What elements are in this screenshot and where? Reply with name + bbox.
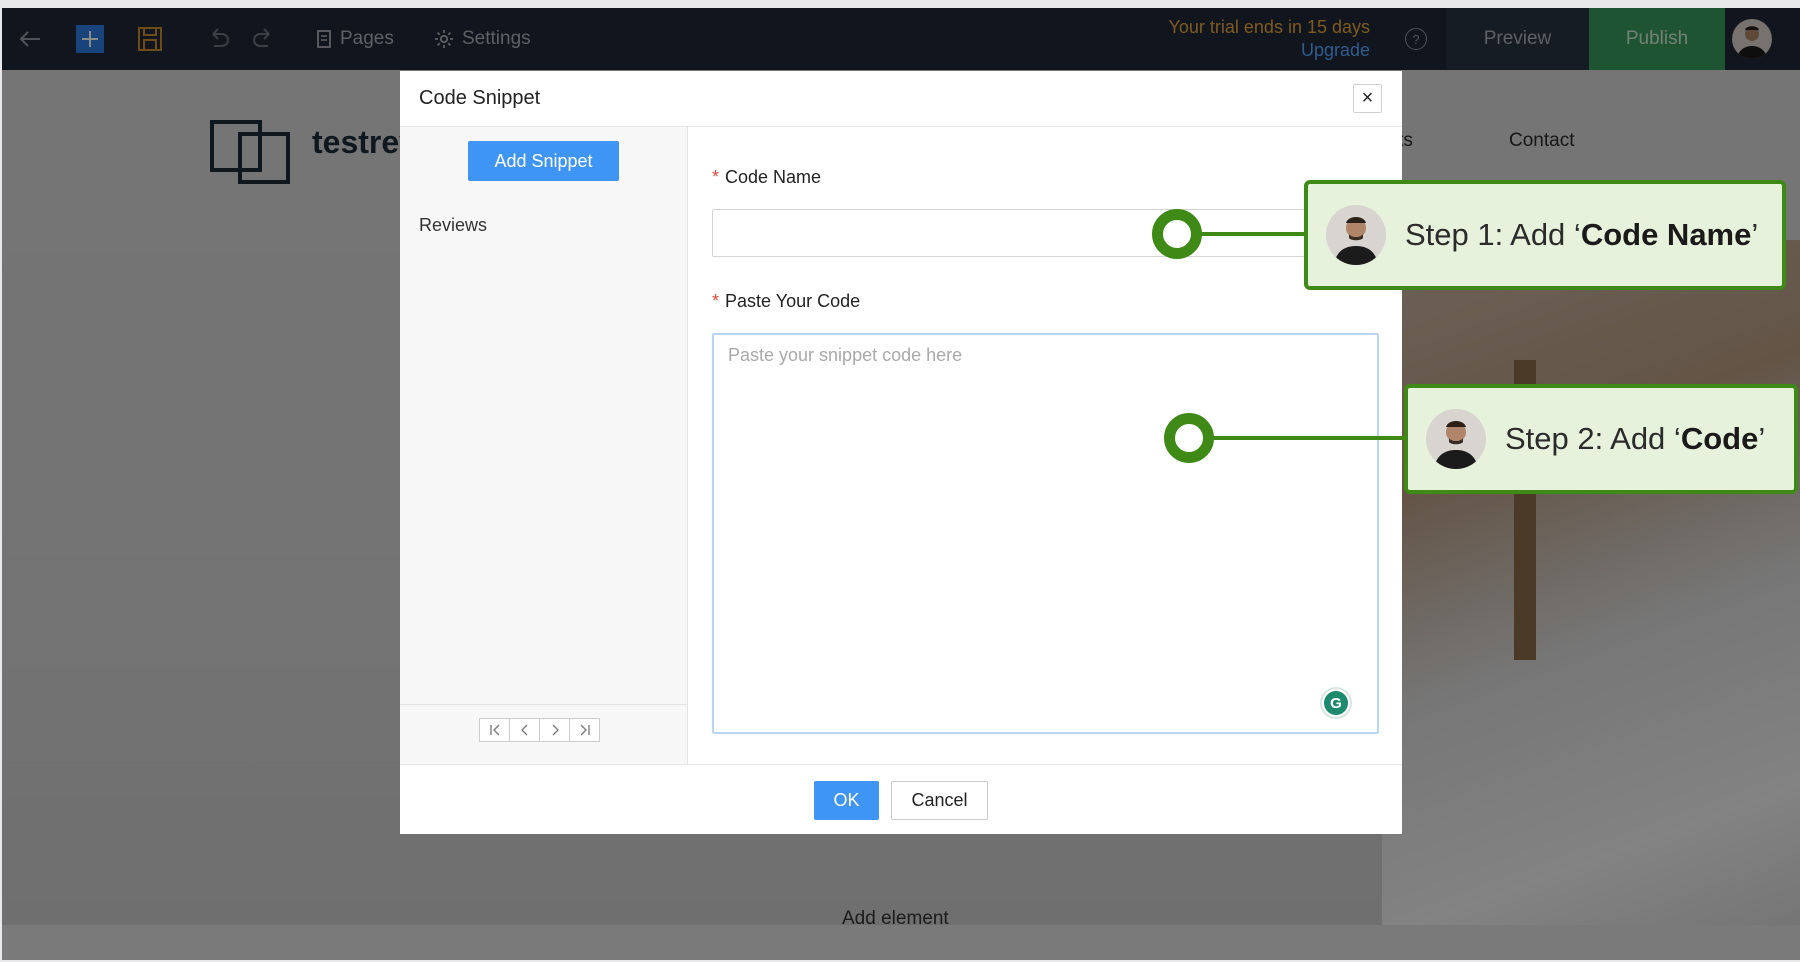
ok-button[interactable]: OK xyxy=(814,781,879,820)
guide-avatar xyxy=(1426,409,1486,469)
guide-avatar xyxy=(1326,205,1386,265)
required-mark: * xyxy=(712,291,720,311)
divider xyxy=(400,704,687,705)
last-page-icon[interactable] xyxy=(569,718,600,742)
step-2-hotspot xyxy=(1164,413,1214,463)
first-page-icon[interactable] xyxy=(479,718,510,742)
snippet-item[interactable]: Reviews xyxy=(419,215,487,236)
step-1-connector xyxy=(1200,232,1310,236)
grammarly-icon[interactable]: G xyxy=(1320,687,1352,719)
close-icon: × xyxy=(1361,87,1374,109)
dialog-footer: OK Cancel xyxy=(400,764,1402,834)
close-button[interactable]: × xyxy=(1353,84,1382,113)
step-2-connector xyxy=(1210,436,1410,440)
prev-page-icon[interactable] xyxy=(509,718,540,742)
pagination xyxy=(479,718,600,742)
snippet-editor-pane: *Code Name *Paste Your Code G xyxy=(689,127,1402,764)
code-label: * Paste Your Code xyxy=(712,291,860,312)
step-2-callout: Step 2: Add ‘Code’ xyxy=(1404,384,1798,494)
code-textarea[interactable] xyxy=(712,333,1379,734)
step-1-hotspot xyxy=(1152,209,1202,259)
cancel-button[interactable]: Cancel xyxy=(891,781,988,820)
step-1-text: Step 1: Add ‘Code Name’ xyxy=(1405,217,1759,252)
required-mark: * xyxy=(712,167,720,187)
code-label-text: Paste Your Code xyxy=(725,291,861,311)
snippet-list-pane: Add Snippet Reviews xyxy=(400,127,688,764)
next-page-icon[interactable] xyxy=(539,718,570,742)
step-1-callout: Step 1: Add ‘Code Name’ xyxy=(1304,180,1786,290)
code-snippet-dialog: Code Snippet × Add Snippet Reviews * Code… xyxy=(400,71,1402,834)
code-name-label: * Code Name xyxy=(712,167,821,188)
dialog-header: Code Snippet × xyxy=(400,71,1402,127)
add-snippet-button[interactable]: Add Snippet xyxy=(468,141,619,181)
step-2-text: Step 2: Add ‘Code’ xyxy=(1505,421,1766,456)
code-name-label-text: Code Name xyxy=(725,167,822,187)
dialog-title: Code Snippet xyxy=(419,87,541,109)
